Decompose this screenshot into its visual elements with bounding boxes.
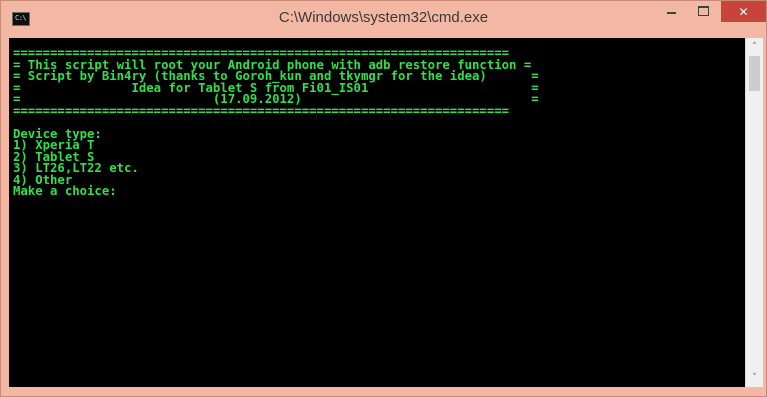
maximize-button[interactable]: [688, 1, 718, 21]
title-bar[interactable]: C:\ C:\Windows\system32\cmd.exe ✕: [1, 1, 766, 37]
scrollbar-thumb[interactable]: [749, 56, 760, 91]
minimize-icon: [666, 12, 676, 14]
maximize-icon: [697, 6, 709, 16]
minimize-button[interactable]: [656, 1, 686, 21]
close-icon: ✕: [738, 4, 749, 19]
console-text: ========================================…: [13, 46, 539, 198]
vertical-scrollbar[interactable]: ˄ ˅: [745, 38, 763, 387]
scroll-down-arrow-icon[interactable]: ˅: [746, 371, 763, 385]
close-button[interactable]: ✕: [721, 1, 766, 22]
scroll-up-arrow-icon[interactable]: ˄: [746, 40, 763, 54]
window-title: C:\Windows\system32\cmd.exe: [278, 9, 489, 26]
console-output[interactable]: ========================================…: [9, 38, 745, 387]
cmd-window: C:\ C:\Windows\system32\cmd.exe ✕ ======…: [0, 0, 767, 397]
